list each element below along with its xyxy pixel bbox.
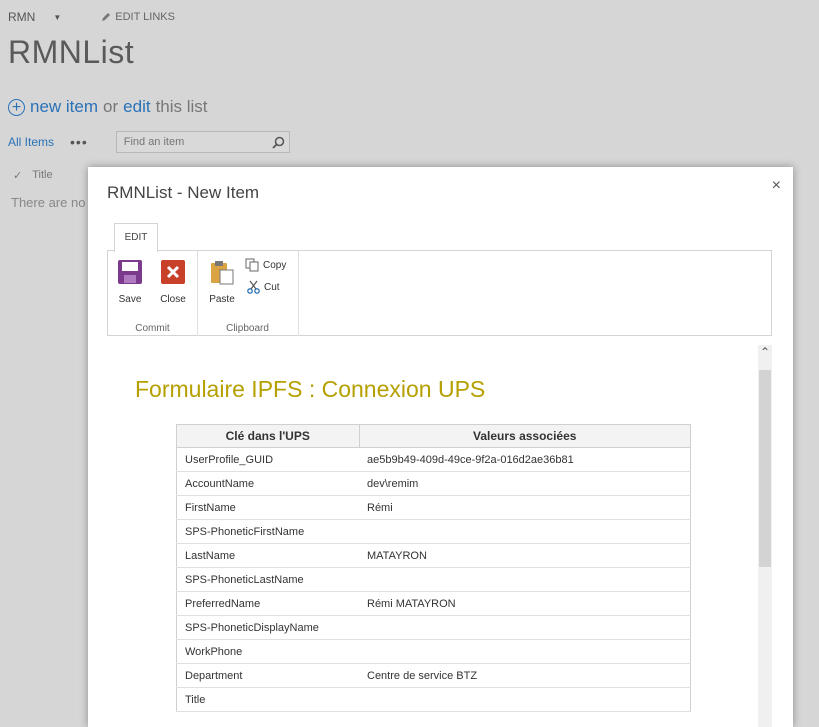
new-item-dialog: RMNList - New Item × EDIT Save Close Com… — [88, 167, 793, 727]
value-column-header: Valeurs associées — [358, 424, 691, 448]
row-value: Rémi — [359, 495, 691, 520]
paste-label: Paste — [209, 294, 235, 305]
row-key: SPS-PhoneticFirstName — [176, 519, 359, 544]
row-key: UserProfile_GUID — [176, 447, 359, 472]
save-button[interactable]: Save — [117, 259, 143, 305]
dialog-title: RMNList - New Item — [107, 183, 260, 202]
row-value: MATAYRON — [359, 543, 691, 568]
close-doc-icon — [161, 260, 185, 284]
commit-group: Save Close Commit — [108, 251, 198, 336]
pencil-icon — [102, 13, 111, 21]
ups-table: Clé dans l'UPS Valeurs associées UserPro… — [176, 424, 691, 712]
cut-button[interactable]: Cut — [247, 280, 280, 294]
key-column-header: Clé dans l'UPS — [176, 424, 360, 448]
save-label: Save — [118, 294, 142, 305]
row-key: FirstName — [176, 495, 359, 520]
more-views-button[interactable]: ••• — [70, 134, 88, 150]
search-icon[interactable] — [272, 136, 285, 149]
row-value — [359, 519, 691, 544]
edit-links-button[interactable]: EDIT LINKS — [101, 11, 175, 23]
row-key: PreferredName — [176, 591, 359, 616]
row-value: Centre de service BTZ — [359, 663, 691, 688]
add-icon[interactable]: + — [8, 98, 25, 116]
table-row: SPS-PhoneticFirstName — [176, 519, 691, 544]
site-name[interactable]: RMN — [8, 10, 35, 24]
ribbon: Save Close Commit Paste Copy Cut Clipboa… — [107, 250, 772, 336]
copy-label: Copy — [263, 259, 287, 271]
table-header-row: Clé dans l'UPS Valeurs associées — [176, 424, 691, 448]
close-label: Close — [160, 294, 186, 305]
or-text: or — [103, 97, 119, 116]
row-value — [359, 615, 691, 640]
table-row: Title — [176, 687, 691, 712]
paste-icon — [211, 261, 234, 285]
row-key: SPS-PhoneticDisplayName — [176, 615, 359, 640]
list-column-header: ✓ Title — [13, 169, 53, 182]
chevron-down-icon[interactable]: ▼ — [53, 13, 61, 22]
scissors-icon — [247, 280, 260, 294]
table-row: PreferredName Rémi MATAYRON — [176, 591, 691, 616]
clipboard-group-label: Clipboard — [226, 323, 269, 334]
row-value — [359, 639, 691, 664]
vertical-scrollbar[interactable]: ⌃ — [758, 345, 772, 727]
page-title: RMNList — [8, 34, 135, 70]
table-row: SPS-PhoneticDisplayName — [176, 615, 691, 640]
checkmark-icon[interactable]: ✓ — [13, 169, 22, 182]
commit-group-label: Commit — [135, 323, 170, 334]
copy-button[interactable]: Copy — [245, 258, 286, 272]
table-row: SPS-PhoneticLastName — [176, 567, 691, 592]
view-selector: All Items ••• — [8, 131, 290, 153]
form-content: Formulaire IPFS : Connexion UPS Clé dans… — [107, 337, 759, 727]
close-button[interactable]: Close — [160, 259, 186, 305]
new-item-row: + new item or edit this list — [8, 97, 208, 117]
search-input[interactable] — [121, 135, 266, 149]
edit-links-label: EDIT LINKS — [115, 11, 175, 23]
row-value: Rémi MATAYRON — [359, 591, 691, 616]
row-key: WorkPhone — [176, 639, 359, 664]
table-row: AccountName dev\remim — [176, 471, 691, 496]
table-row: WorkPhone — [176, 639, 691, 664]
close-icon[interactable]: × — [772, 177, 781, 195]
tab-edit[interactable]: EDIT — [114, 223, 158, 252]
all-items-view[interactable]: All Items — [8, 135, 54, 149]
row-key: AccountName — [176, 471, 359, 496]
scroll-thumb[interactable] — [759, 370, 771, 567]
edit-list-link[interactable]: edit — [123, 97, 150, 117]
chevron-up-icon[interactable]: ⌃ — [758, 345, 772, 367]
site-header: RMN ▼ EDIT LINKS — [8, 10, 175, 24]
table-row: UserProfile_GUID ae5b9b49-409d-49ce-9f2a-… — [176, 447, 691, 472]
new-item-link[interactable]: new item — [30, 97, 98, 117]
search-box — [115, 131, 290, 153]
this-list-text: this list — [155, 97, 208, 116]
table-row: Department Centre de service BTZ — [176, 663, 691, 688]
cut-label: Cut — [264, 281, 280, 293]
row-value — [359, 567, 691, 592]
row-value: ae5b9b49-409d-49ce-9f2a-016d2ae36b81 — [359, 447, 691, 472]
row-key: SPS-PhoneticLastName — [176, 567, 359, 592]
row-key: LastName — [176, 543, 359, 568]
row-key: Title — [176, 687, 359, 712]
row-value — [359, 687, 691, 712]
paste-button[interactable]: Paste — [209, 259, 235, 305]
row-key: Department — [176, 663, 359, 688]
form-title: Formulaire IPFS : Connexion UPS — [135, 376, 486, 402]
copy-icon — [245, 258, 259, 272]
table-row: FirstName Rémi — [176, 495, 691, 520]
clipboard-group: Paste Copy Cut Clipboard — [197, 251, 299, 336]
empty-list-message: There are no — [11, 195, 86, 210]
table-row: LastName MATAYRON — [176, 543, 691, 568]
row-value: dev\remim — [359, 471, 691, 496]
title-column[interactable]: Title — [32, 169, 52, 182]
save-icon — [118, 260, 142, 284]
